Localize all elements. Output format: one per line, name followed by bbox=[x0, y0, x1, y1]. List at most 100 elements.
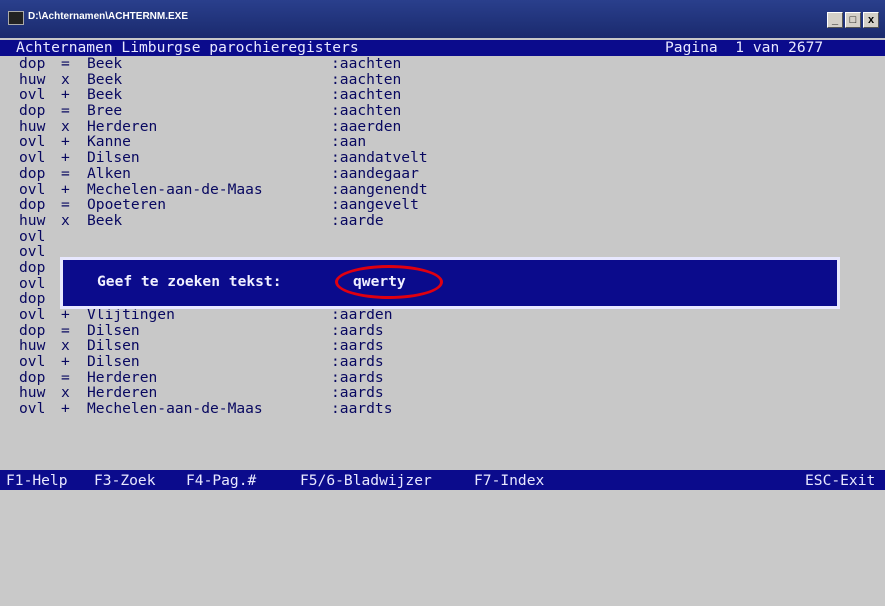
list-item[interactable]: dop = Herderen:aards bbox=[19, 370, 428, 386]
record-type: ovl bbox=[19, 86, 46, 104]
page-number-key[interactable]: F4-Pag.# bbox=[186, 472, 256, 489]
record-name: :aandegaar bbox=[331, 164, 419, 182]
record-type: ovl bbox=[19, 353, 46, 371]
record-type: huw bbox=[19, 117, 46, 135]
record-place: Vlijtingen bbox=[87, 306, 175, 323]
list-item[interactable]: huw x Herderen:aaerden bbox=[19, 119, 428, 135]
record-place: Dilsen bbox=[87, 321, 140, 339]
record-name: :aards bbox=[331, 384, 384, 402]
window-controls: _ □ x bbox=[827, 12, 879, 28]
exit-key[interactable]: ESC-Exit bbox=[805, 472, 875, 489]
list-item[interactable]: dop = Bree:aachten bbox=[19, 103, 428, 119]
record-place: Kanne bbox=[87, 133, 131, 151]
record-type: huw bbox=[19, 70, 46, 88]
window-title: D:\Achternamen\ACHTERNM.EXE bbox=[28, 11, 189, 22]
minimize-button[interactable]: _ bbox=[827, 12, 843, 28]
record-name: :aards bbox=[331, 368, 384, 386]
record-name: :aachten bbox=[331, 70, 402, 88]
list-item[interactable]: ovl + Dilsen:aards bbox=[19, 354, 428, 370]
function-key-bar: F1-Help F3-Zoek F4-Pag.# F5/6-Bladwijzer… bbox=[0, 470, 885, 490]
record-type: dop bbox=[19, 55, 46, 72]
record-name: :aachten bbox=[331, 86, 402, 104]
list-item[interactable]: ovl + Vlijtingen :aarden bbox=[19, 307, 428, 323]
record-type: ovl bbox=[19, 274, 46, 292]
console-app-icon bbox=[8, 11, 24, 25]
record-symbol: + bbox=[61, 180, 70, 198]
search-key[interactable]: F3-Zoek bbox=[94, 472, 156, 489]
record-type: huw bbox=[19, 337, 46, 355]
record-name: :aandatvelt bbox=[331, 149, 428, 167]
record-symbol: x bbox=[61, 384, 70, 402]
record-place: Beek bbox=[87, 86, 123, 104]
search-prompt: Geef te zoeken tekst: bbox=[97, 273, 282, 290]
page-current: 1 bbox=[735, 39, 745, 56]
record-type: ovl bbox=[19, 180, 46, 198]
list-item[interactable]: huw x Dilsen:aards bbox=[19, 338, 428, 354]
record-symbol: = bbox=[61, 55, 70, 72]
list-item[interactable]: dop = Dilsen:aards bbox=[19, 321, 428, 339]
console-area: Achternamen Limburgse parochieregisters … bbox=[0, 38, 885, 490]
record-symbol: + bbox=[61, 133, 70, 151]
record-type: huw bbox=[19, 384, 46, 402]
record-symbol: + bbox=[61, 149, 70, 167]
record-symbol: + bbox=[61, 306, 70, 323]
record-type: dop bbox=[19, 290, 46, 308]
maximize-button[interactable]: □ bbox=[845, 12, 861, 28]
record-place: Opoeteren bbox=[87, 196, 167, 214]
record-place: Beek bbox=[87, 70, 123, 88]
record-symbol: x bbox=[61, 117, 70, 135]
page-label: Pagina bbox=[665, 39, 718, 56]
record-symbol: + bbox=[61, 400, 70, 418]
list-item[interactable]: ovl + Beek :aachten bbox=[19, 87, 428, 103]
title-bar[interactable]: D:\Achternamen\ACHTERNM.EXE _ □ x bbox=[0, 0, 885, 38]
record-name: :aaerden bbox=[331, 117, 402, 135]
record-place: Herderen bbox=[87, 368, 158, 386]
record-name: :aards bbox=[331, 321, 384, 339]
list-item[interactable]: huw x Beek:aarde bbox=[19, 213, 428, 229]
record-place: Dilsen bbox=[87, 149, 140, 167]
help-key[interactable]: F1-Help bbox=[6, 472, 68, 489]
list-item[interactable]: huw x Beek :aachten bbox=[19, 70, 428, 88]
record-name: :aan bbox=[331, 133, 367, 151]
record-name: :aarde bbox=[331, 211, 384, 229]
record-type: ovl bbox=[19, 227, 46, 245]
record-symbol: x bbox=[61, 70, 70, 88]
search-dialog: Geef te zoeken tekst: qwerty bbox=[60, 257, 840, 309]
record-place: Beek bbox=[87, 211, 123, 229]
list-item[interactable]: dop = Alken:aandegaar bbox=[19, 166, 428, 182]
record-type: ovl bbox=[19, 306, 46, 323]
record-name: :aarden bbox=[331, 306, 393, 323]
list-item[interactable]: ovl bbox=[19, 227, 428, 245]
record-type: huw bbox=[19, 211, 46, 229]
page-total: 2677 bbox=[788, 39, 824, 56]
list-item[interactable]: ovl + Mechelen-aan-de-Maas:aardts bbox=[19, 401, 428, 417]
bookmark-key[interactable]: F5/6-Bladwijzer bbox=[300, 472, 432, 489]
record-name: :aardts bbox=[331, 400, 393, 418]
record-symbol: + bbox=[61, 86, 70, 104]
record-place: Bree bbox=[87, 102, 123, 120]
list-item[interactable]: dop = Opoeteren:aangevelt bbox=[19, 197, 428, 213]
record-type: ovl bbox=[19, 243, 46, 261]
index-key[interactable]: F7-Index bbox=[474, 472, 544, 489]
close-button[interactable]: x bbox=[863, 12, 879, 28]
record-type: ovl bbox=[19, 133, 46, 151]
record-place: Beek bbox=[87, 55, 123, 72]
record-name: :aangenendt bbox=[331, 180, 428, 198]
record-list: dop = Beek:aachten huw x Beek:aachten ovl + Beek… bbox=[19, 56, 428, 417]
record-symbol: = bbox=[61, 102, 70, 120]
record-name: :aards bbox=[331, 337, 384, 355]
app-title: Achternamen Limburgse parochieregisters bbox=[16, 39, 359, 56]
record-place: Mechelen-aan-de-Maas bbox=[87, 180, 263, 198]
record-place: Alken bbox=[87, 164, 131, 182]
header-bar: Achternamen Limburgse parochieregisters … bbox=[0, 40, 885, 56]
list-item[interactable]: dop = Beek :aachten bbox=[19, 56, 428, 72]
list-item[interactable]: ovl + Dilsen:aandatvelt bbox=[19, 150, 428, 166]
record-type: dop bbox=[19, 321, 46, 339]
list-item[interactable]: ovl + Kanne :aan bbox=[19, 134, 428, 150]
list-item[interactable]: ovl + Mechelen-aan-de-Maas :aangenendt bbox=[19, 180, 428, 198]
highlight-circle bbox=[335, 265, 443, 299]
record-place: Dilsen bbox=[87, 337, 140, 355]
record-name: :aachten bbox=[331, 55, 402, 72]
record-name: :aards bbox=[331, 353, 384, 371]
list-item[interactable]: huw x Herderen:aards bbox=[19, 385, 428, 401]
